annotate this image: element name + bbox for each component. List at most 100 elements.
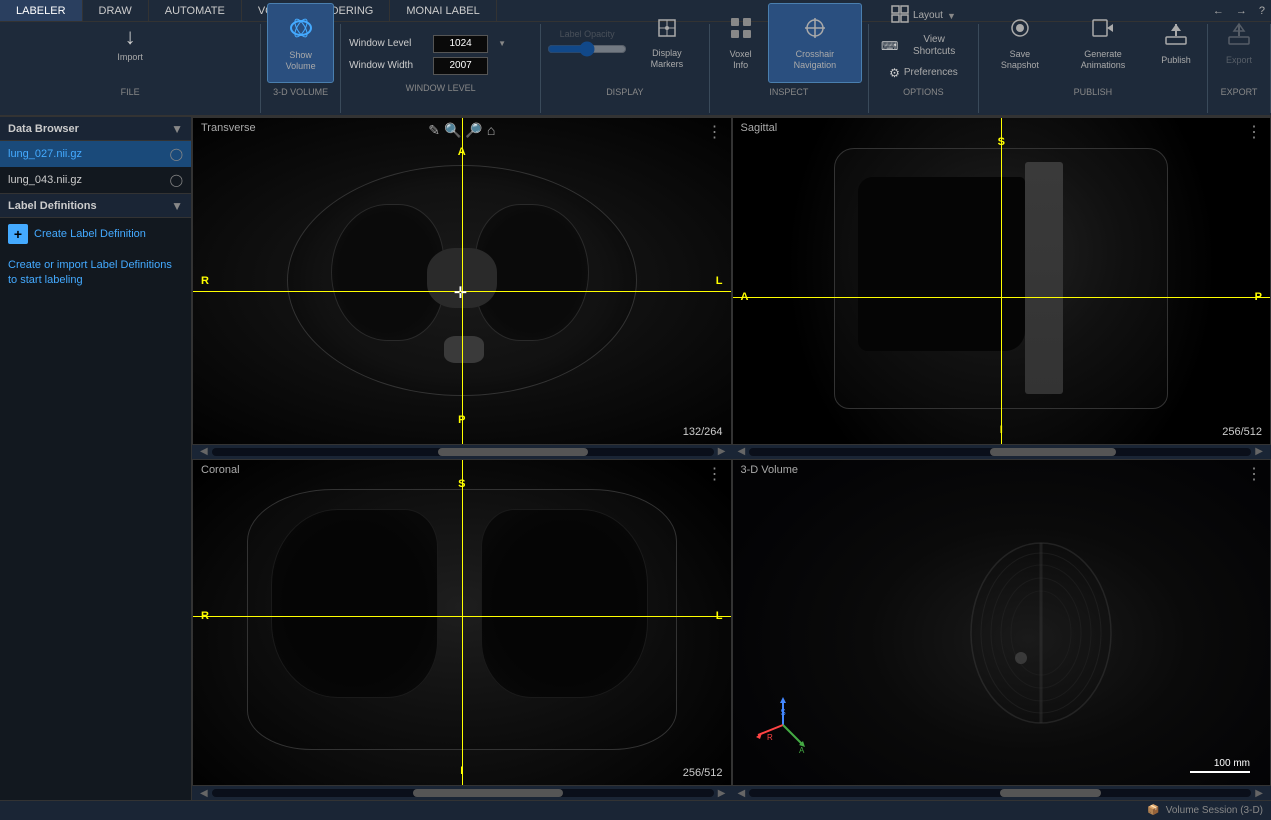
transverse-panel[interactable]: Transverse ✎ 🔍 🔎 ⌂ ⋮ bbox=[192, 117, 732, 445]
publish-group-label: PUBLISH bbox=[985, 87, 1201, 97]
cor-scroll-thumb[interactable] bbox=[413, 789, 564, 797]
cor-scroll-track[interactable] bbox=[212, 789, 714, 797]
coronal-crosshair-v bbox=[462, 460, 463, 786]
preferences-label: Preferences bbox=[904, 67, 958, 79]
save-session-button[interactable]: 💾 Save Session bbox=[165, 0, 232, 1]
export-button[interactable]: Export bbox=[1214, 3, 1264, 83]
label-definitions-title: Label Definitions bbox=[8, 200, 97, 212]
transverse-menu-icon[interactable]: ⋮ bbox=[707, 122, 723, 142]
top-scrollbar-row: ◀ ▶ ◀ ▶ bbox=[192, 445, 1271, 459]
save-snapshot-button[interactable]: Save Snapshot bbox=[985, 3, 1055, 83]
import-button[interactable]: ↓ Import bbox=[105, 3, 155, 83]
file-close-lung043[interactable]: ◯ bbox=[170, 173, 183, 187]
zoom-out-icon[interactable]: 🔎 bbox=[465, 122, 482, 139]
create-label-plus-icon: + bbox=[8, 224, 28, 244]
volume-group: Show Volume 3-D VOLUME bbox=[261, 24, 341, 113]
save-snapshot-label: Save Snapshot bbox=[991, 49, 1049, 71]
svg-text:R: R bbox=[767, 733, 773, 742]
window-level-label: Window Level bbox=[349, 38, 429, 49]
transverse-left-orient: R bbox=[201, 275, 209, 287]
window-level-input[interactable] bbox=[433, 35, 488, 53]
new-session-button[interactable]: + New Session bbox=[28, 0, 93, 1]
bottom-scrollbar-row: ◀ ▶ ◀ ▶ bbox=[192, 786, 1271, 800]
display-markers-button[interactable]: Display Markers bbox=[631, 3, 703, 83]
file-item-lung027[interactable]: lung_027.nii.gz ◯ bbox=[0, 141, 191, 167]
crosshair-navigation-button[interactable]: Crosshair Navigation bbox=[768, 3, 862, 83]
zoom-in-icon[interactable]: 🔍 bbox=[444, 122, 461, 139]
data-browser-section: Data Browser ▼ lung_027.nii.gz ◯ lung_04… bbox=[0, 117, 191, 194]
label-definitions-section: Label Definitions ▼ + Create Label Defin… bbox=[0, 194, 191, 800]
sagittal-menu-icon[interactable]: ⋮ bbox=[1246, 122, 1262, 142]
label-opacity-slider[interactable] bbox=[547, 41, 627, 57]
view-shortcuts-label: View Shortcuts bbox=[902, 34, 965, 58]
show-volume-button[interactable]: Show Volume bbox=[267, 3, 334, 83]
svg-text:S: S bbox=[780, 708, 785, 717]
export-icon bbox=[1226, 21, 1252, 53]
label-definitions-collapse[interactable]: ▼ bbox=[171, 199, 183, 213]
coronal-menu-icon[interactable]: ⋮ bbox=[707, 464, 723, 484]
vol-scroll-thumb[interactable] bbox=[1000, 789, 1100, 797]
file-group-label: FILE bbox=[6, 87, 254, 97]
create-label-definition-button[interactable]: + Create Label Definition bbox=[0, 218, 191, 250]
sagittal-crosshair-v bbox=[1001, 118, 1002, 444]
label-definitions-header: Label Definitions ▼ bbox=[0, 194, 191, 218]
publish-button[interactable]: Publish bbox=[1151, 3, 1201, 83]
inspect-group-label: INSPECT bbox=[716, 87, 862, 97]
display-markers-icon bbox=[655, 16, 679, 46]
volume-menu-icon[interactable]: ⋮ bbox=[1246, 464, 1262, 484]
open-session-button[interactable]: 📁 Open Session bbox=[95, 0, 164, 1]
publish-icon bbox=[1163, 21, 1189, 53]
cursor-icon: ✛ bbox=[454, 283, 467, 303]
transverse-crosshair-v bbox=[462, 118, 463, 444]
sag-scroll-track[interactable] bbox=[749, 448, 1251, 456]
sagittal-panel[interactable]: Sagittal ⋮ S I A P bbox=[732, 117, 1271, 445]
sag-scroll-right[interactable]: ▶ bbox=[1255, 446, 1263, 457]
window-width-input[interactable] bbox=[433, 57, 488, 75]
preferences-button[interactable]: ⚙ Preferences bbox=[875, 63, 972, 83]
vol-scroll-right[interactable]: ▶ bbox=[1255, 788, 1263, 799]
volume-panel[interactable]: 3-D Volume ⋮ bbox=[732, 459, 1271, 787]
scale-bar: 100 mm bbox=[1190, 758, 1250, 773]
coronal-right-orient: L bbox=[716, 610, 723, 622]
vol-scroll-track[interactable] bbox=[749, 789, 1251, 797]
trans-scroll-left[interactable]: ◀ bbox=[200, 446, 208, 457]
display-group-label: DISPLAY bbox=[547, 87, 703, 97]
file-name-lung027: lung_027.nii.gz bbox=[8, 148, 82, 160]
label-hint-text: Create or import Label Definitions to st… bbox=[0, 250, 191, 297]
transverse-label: Transverse bbox=[201, 122, 256, 134]
trans-scroll-thumb[interactable] bbox=[438, 448, 589, 456]
file-item-lung043[interactable]: lung_043.nii.gz ◯ bbox=[0, 167, 191, 193]
export-group: Export EXPORT bbox=[1208, 24, 1271, 113]
cor-scroll-right[interactable]: ▶ bbox=[718, 788, 726, 799]
scale-label: 100 mm bbox=[1214, 758, 1250, 769]
trans-scroll-right[interactable]: ▶ bbox=[718, 446, 726, 457]
show-volume-icon bbox=[287, 14, 315, 48]
viewport-area: Transverse ✎ 🔍 🔎 ⌂ ⋮ bbox=[192, 117, 1271, 800]
layout-button[interactable]: Layout ▼ bbox=[875, 2, 972, 29]
volume-label: 3-D Volume bbox=[741, 464, 798, 476]
hand-icon[interactable]: ✎ bbox=[428, 122, 440, 139]
transverse-toolbar: ✎ 🔍 🔎 ⌂ bbox=[428, 122, 495, 139]
sag-scroll-left[interactable]: ◀ bbox=[738, 446, 746, 457]
voxel-info-button[interactable]: Voxel Info bbox=[716, 3, 766, 83]
trans-scroll-track[interactable] bbox=[212, 448, 714, 456]
cor-scroll-left[interactable]: ◀ bbox=[200, 788, 208, 799]
tab-monai-label[interactable]: MONAI LABEL bbox=[390, 0, 496, 21]
vol-scroll-left[interactable]: ◀ bbox=[738, 788, 746, 799]
show-volume-label: Show Volume bbox=[274, 50, 327, 72]
window-level-group-label: WINDOW LEVEL bbox=[349, 83, 532, 93]
sag-scroll-thumb[interactable] bbox=[990, 448, 1116, 456]
layout-label: Layout bbox=[913, 10, 943, 22]
coronal-panel[interactable]: Coronal ⋮ S I R L 2 bbox=[192, 459, 732, 787]
options-group-label: OPTIONS bbox=[875, 87, 972, 97]
sagittal-counter: 256/512 bbox=[1222, 426, 1262, 438]
data-browser-collapse[interactable]: ▼ bbox=[171, 122, 183, 136]
window-level-dropdown[interactable]: ▼ bbox=[492, 38, 512, 49]
view-shortcuts-button[interactable]: ⌨ View Shortcuts bbox=[875, 31, 972, 61]
generate-animations-button[interactable]: Generate Animations bbox=[1057, 3, 1149, 83]
file-close-lung027[interactable]: ◯ bbox=[170, 147, 183, 161]
data-browser-header: Data Browser ▼ bbox=[0, 117, 191, 141]
file-group: + New Session 📁 Open Session 💾 Save Sess… bbox=[0, 24, 261, 113]
status-bar: 📦 Volume Session (3-D) bbox=[0, 800, 1271, 820]
reset-icon[interactable]: ⌂ bbox=[487, 122, 495, 139]
